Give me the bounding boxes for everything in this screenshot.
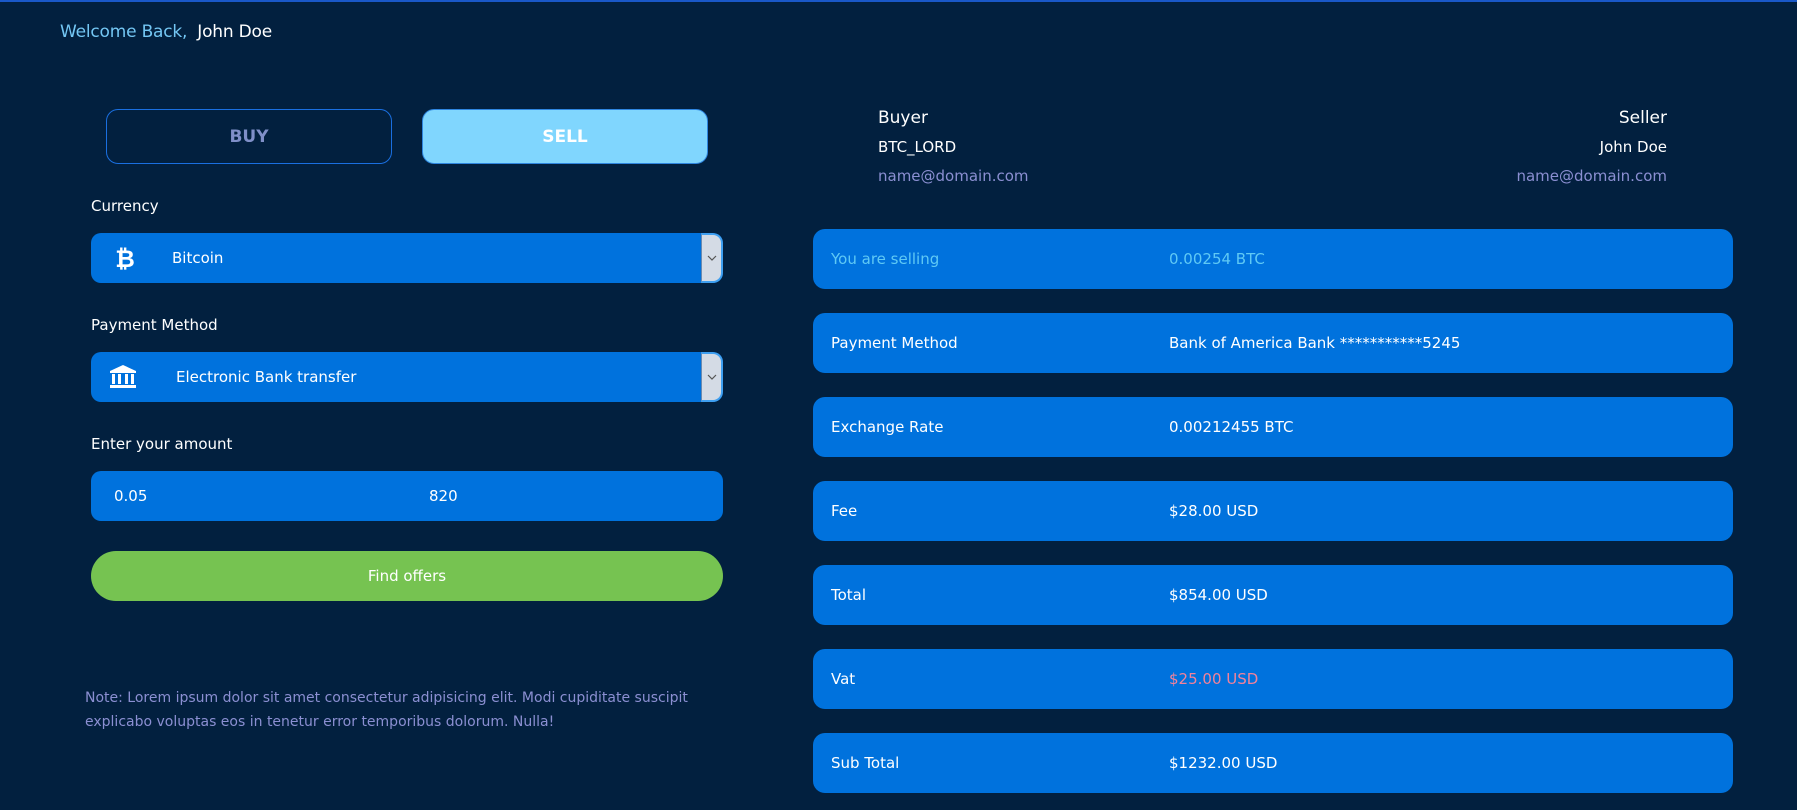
user-name: John Doe bbox=[197, 22, 272, 42]
summary-row-selling: You are selling 0.00254 BTC bbox=[813, 229, 1733, 289]
summary-label: Payment Method bbox=[831, 334, 958, 352]
chevron-down-icon[interactable] bbox=[701, 352, 723, 402]
seller-info: Seller John Doe name@domain.com bbox=[1516, 108, 1667, 185]
summary-row-payment-method: Payment Method Bank of America Bank ****… bbox=[813, 313, 1733, 373]
summary-row-total: Total $854.00 USD bbox=[813, 565, 1733, 625]
currency-label: Currency bbox=[91, 197, 159, 215]
summary-label: Total bbox=[831, 586, 867, 604]
summary-label: You are selling bbox=[831, 250, 940, 268]
summary-row-exchange-rate: Exchange Rate 0.00212455 BTC bbox=[813, 397, 1733, 457]
summary-label: Fee bbox=[831, 502, 858, 520]
welcome-label: Welcome Back, bbox=[60, 22, 188, 42]
summary-row-subtotal: Sub Total $1232.00 USD bbox=[813, 733, 1733, 793]
sell-button[interactable]: SELL bbox=[422, 109, 708, 164]
summary-row-fee: Fee $28.00 USD bbox=[813, 481, 1733, 541]
seller-handle: John Doe bbox=[1599, 138, 1667, 156]
top-accent-line bbox=[0, 0, 1797, 2]
seller-email[interactable]: name@domain.com bbox=[1516, 167, 1667, 185]
buyer-email[interactable]: name@domain.com bbox=[878, 167, 1029, 185]
buyer-info: Buyer BTC_LORD name@domain.com bbox=[878, 108, 1029, 185]
summary-label: Exchange Rate bbox=[831, 418, 944, 436]
buy-button[interactable]: BUY bbox=[106, 109, 392, 164]
welcome-header: Welcome Back, John Doe bbox=[60, 22, 272, 42]
payment-method-value: Electronic Bank transfer bbox=[176, 368, 357, 386]
summary-row-vat: Vat $25.00 USD bbox=[813, 649, 1733, 709]
note-text: Note: Lorem ipsum dolor sit amet consect… bbox=[85, 690, 688, 730]
amount-label: Enter your amount bbox=[91, 435, 233, 453]
payment-method-label: Payment Method bbox=[91, 316, 218, 334]
summary-value: $25.00 USD bbox=[1169, 670, 1259, 688]
buyer-handle: BTC_LORD bbox=[878, 138, 957, 156]
svg-text:₿: ₿ bbox=[115, 245, 135, 271]
currency-select[interactable]: ₿ Bitcoin bbox=[91, 233, 723, 283]
payment-method-select[interactable]: Electronic Bank transfer bbox=[91, 352, 723, 402]
summary-value: $28.00 USD bbox=[1169, 502, 1259, 520]
amount-fiat-input[interactable]: 820 bbox=[429, 471, 458, 521]
amount-crypto-input[interactable]: 0.05 bbox=[114, 471, 147, 521]
amount-input-group: 0.05 820 bbox=[91, 471, 723, 521]
summary-value: 0.00212455 BTC bbox=[1169, 418, 1294, 436]
seller-title: Seller bbox=[1618, 108, 1667, 128]
summary-value: $1232.00 USD bbox=[1169, 754, 1278, 772]
summary-label: Sub Total bbox=[831, 754, 900, 772]
bank-icon bbox=[103, 352, 143, 402]
summary-value: 0.00254 BTC bbox=[1169, 250, 1265, 268]
summary-label: Vat bbox=[831, 670, 856, 688]
find-offers-button[interactable]: Find offers bbox=[91, 551, 723, 601]
bitcoin-icon: ₿ bbox=[105, 233, 145, 283]
currency-value: Bitcoin bbox=[172, 249, 224, 267]
chevron-down-icon[interactable] bbox=[701, 233, 723, 283]
buyer-title: Buyer bbox=[878, 108, 928, 128]
summary-value: Bank of America Bank ***********5245 bbox=[1169, 334, 1461, 352]
summary-value: $854.00 USD bbox=[1169, 586, 1268, 604]
